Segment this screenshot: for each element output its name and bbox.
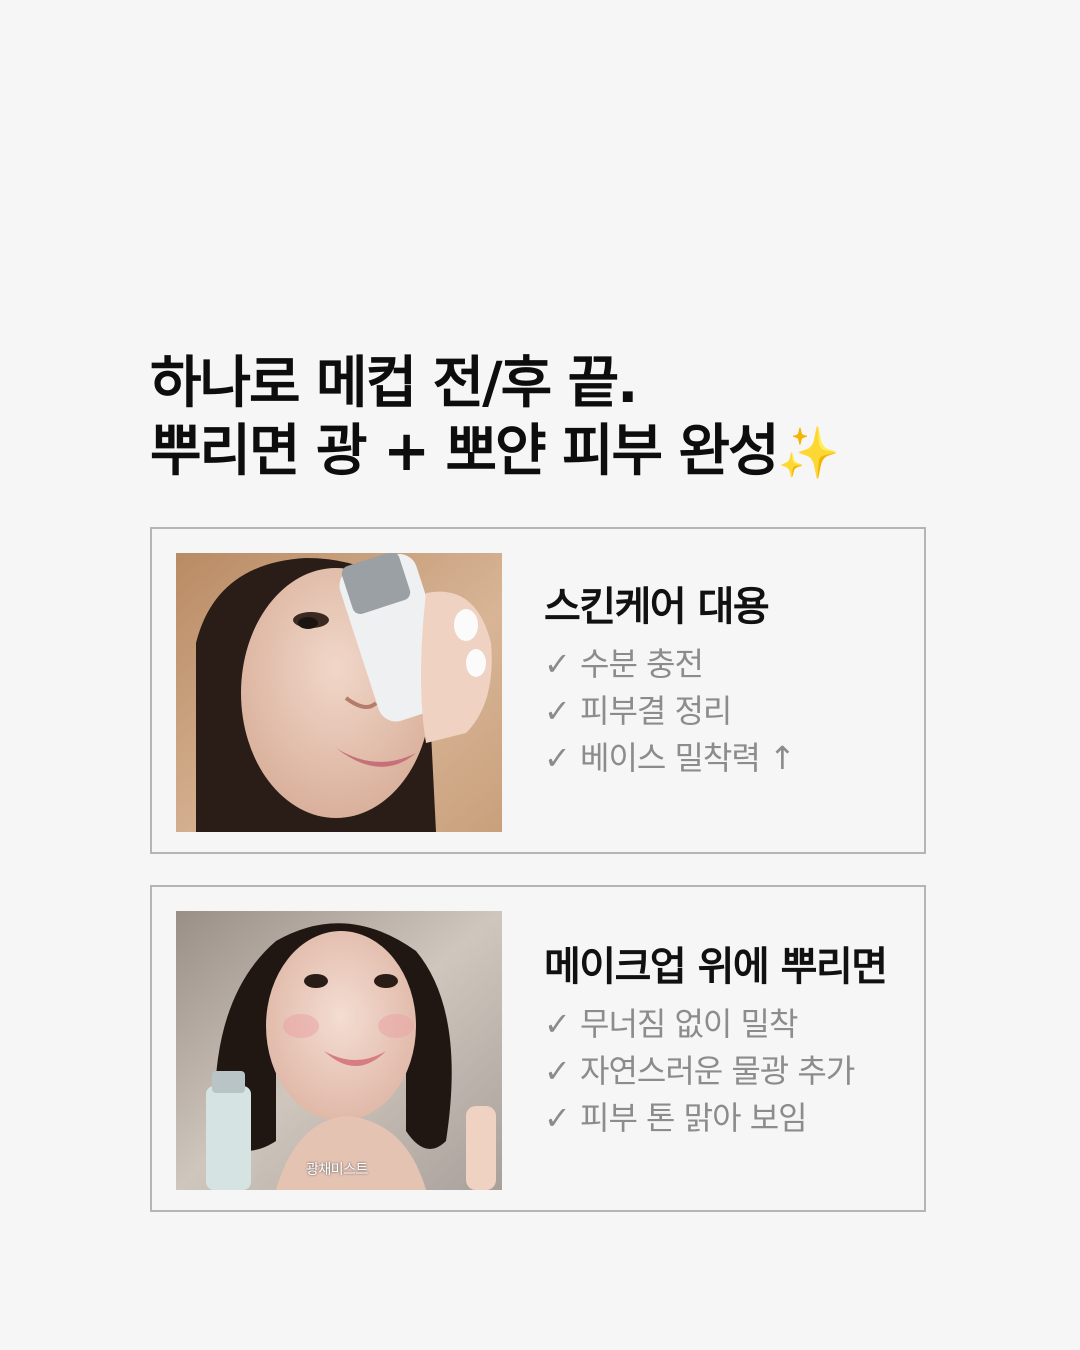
list-item-text: 수분 충전 [580, 645, 704, 683]
skincare-card-text: 스킨케어 대용 ✓ 수분 충전 ✓ 피부결 정리 ✓ 베이스 밀착력 ↑ [544, 579, 904, 782]
makeup-photo: 광채미스트 [176, 911, 502, 1190]
benefit-list: ✓ 무너짐 없이 밀착 ✓ 자연스러운 물광 추가 ✓ 피부 톤 맑아 보임 [544, 1001, 904, 1142]
check-icon: ✓ [544, 739, 571, 777]
card-title: 스킨케어 대용 [544, 584, 770, 630]
makeup-photo-image [176, 911, 502, 1190]
list-item: ✓ 무너짐 없이 밀착 [544, 1001, 904, 1048]
page-headline: 하나로 메컵 전/후 끝. 뿌리면 광 + 뽀얀 피부 완성✨ [150, 350, 950, 487]
skincare-card: 스킨케어 대용 ✓ 수분 충전 ✓ 피부결 정리 ✓ 베이스 밀착력 ↑ [150, 527, 926, 854]
skincare-photo [176, 553, 502, 832]
list-item: ✓ 자연스러운 물광 추가 [544, 1048, 904, 1095]
list-item-text: 자연스러운 물광 추가 [580, 1052, 855, 1090]
check-icon: ✓ [544, 1005, 571, 1043]
headline-line-2-text: 뿌리면 광 + 뽀얀 피부 완성 [150, 419, 780, 484]
list-item-text: 피부결 정리 [580, 692, 732, 730]
check-icon: ✓ [544, 692, 571, 730]
check-icon: ✓ [544, 645, 571, 683]
list-item: ✓ 피부결 정리 [544, 688, 904, 735]
list-item-text: 무너짐 없이 밀착 [580, 1005, 798, 1043]
benefit-list: ✓ 수분 충전 ✓ 피부결 정리 ✓ 베이스 밀착력 ↑ [544, 641, 904, 782]
check-icon: ✓ [544, 1099, 571, 1137]
headline-line-2: 뿌리면 광 + 뽀얀 피부 완성✨ [150, 418, 950, 487]
makeup-card-text: 메이크업 위에 뿌리면 ✓ 무너짐 없이 밀착 ✓ 자연스러운 물광 추가 ✓ 피부 … [544, 939, 904, 1142]
skincare-photo-image [176, 553, 502, 832]
card-title: 메이크업 위에 뿌리면 [544, 944, 888, 990]
list-item: ✓ 피부 톤 맑아 보임 [544, 1095, 904, 1142]
check-icon: ✓ [544, 1052, 571, 1090]
list-item: ✓ 수분 충전 [544, 641, 904, 688]
list-item-text: 피부 톤 맑아 보임 [580, 1099, 808, 1137]
headline-line-1: 하나로 메컵 전/후 끝. [150, 351, 638, 416]
makeup-card: 광채미스트 메이크업 위에 뿌리면 ✓ 무너짐 없이 밀착 ✓ 자연스러운 물광 추… [150, 885, 926, 1212]
photo-caption: 광채미스트 [306, 1162, 368, 1178]
sparkle-icon: ✨ [777, 424, 840, 482]
list-item-text: 베이스 밀착력 ↑ [580, 739, 796, 777]
list-item: ✓ 베이스 밀착력 ↑ [544, 735, 904, 782]
